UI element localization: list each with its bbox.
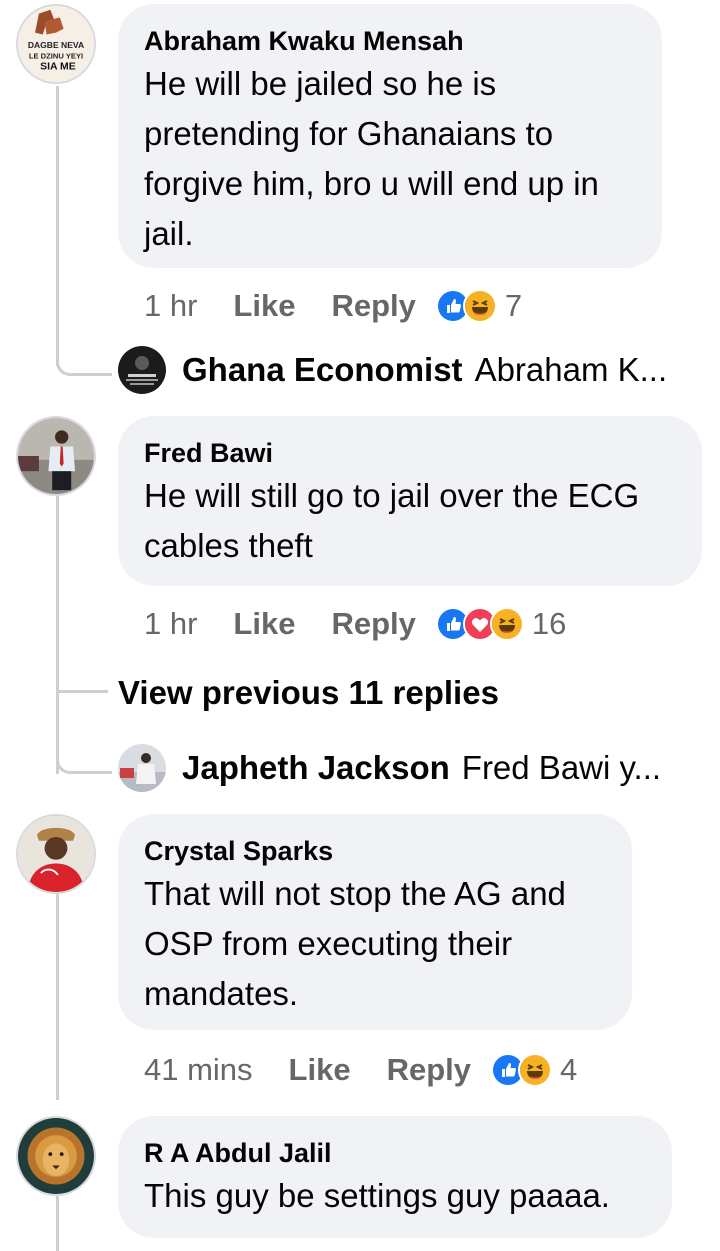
comment-actions: 1 hr Like Reply 7 [144, 286, 522, 326]
haha-reaction-icon [489, 607, 524, 641]
avatar [118, 744, 166, 792]
avatar[interactable]: DAGBE NEVA LE DZINU YEYI SIA ME [16, 4, 96, 84]
reply-snippet: Fred Bawi y... [461, 749, 662, 786]
haha-reaction-icon [518, 1053, 552, 1087]
avatar-image: DAGBE NEVA LE DZINU YEYI SIA ME [18, 6, 94, 82]
thread-line-branch [56, 340, 112, 376]
thread-line [56, 894, 59, 1100]
svg-text:SIA ME: SIA ME [40, 62, 76, 73]
comment-text-line: He will be jailed so he is [144, 65, 497, 102]
svg-text:LE DZINU YEYI: LE DZINU YEYI [29, 51, 83, 60]
avatar[interactable] [16, 1116, 96, 1196]
view-previous-replies-button[interactable]: View previous 11 replies [118, 674, 499, 712]
reaction-count[interactable]: 7 [505, 288, 522, 324]
comment-text-line: mandates. [144, 975, 299, 1012]
reaction-count[interactable]: 16 [532, 606, 566, 642]
reply-author[interactable]: Ghana Economist [182, 351, 463, 389]
lion-avatar-image [18, 1118, 94, 1194]
reaction-summary[interactable] [435, 289, 497, 323]
reply-preview[interactable]: Japheth Jackson Fred Bawi y... [118, 744, 661, 792]
avatar[interactable] [16, 416, 96, 496]
comment-bubble[interactable]: Fred Bawi He will still go to jail over … [118, 416, 702, 586]
comment-author[interactable]: R A Abdul Jalil [144, 1136, 646, 1170]
haha-reaction-icon [462, 289, 497, 323]
comment-text-line: forgive him, bro u will end up in [144, 165, 599, 202]
reply-preview[interactable]: Ghana Economist Abraham K... [118, 346, 667, 394]
comment-bubble[interactable]: Abraham Kwaku Mensah He will be jailed s… [118, 4, 662, 268]
comment-actions: 1 hr Like Reply 16 [144, 604, 566, 644]
comment-timestamp[interactable]: 1 hr [144, 288, 197, 324]
reply-button[interactable]: Reply [387, 1052, 471, 1088]
avatar-image [18, 816, 94, 892]
comment-author[interactable]: Abraham Kwaku Mensah [144, 24, 636, 58]
thread-line [56, 494, 59, 774]
reply-button[interactable]: Reply [331, 288, 415, 324]
svg-text:DAGBE NEVA: DAGBE NEVA [28, 40, 84, 50]
comment-timestamp[interactable]: 41 mins [144, 1052, 253, 1088]
reply-snippet: Abraham K... [474, 351, 668, 388]
comment-text-line: jail. [144, 215, 194, 252]
reaction-summary[interactable] [491, 1053, 552, 1087]
comment-text-line: He will still go to jail over the ECG [144, 477, 640, 514]
thread-line-branch [56, 742, 112, 774]
reaction-count[interactable]: 4 [560, 1052, 577, 1088]
comment-text-line: This guy be settings guy paaaa. [144, 1177, 610, 1214]
comment-bubble[interactable]: Crystal Sparks That will not stop the AG… [118, 814, 632, 1030]
like-button[interactable]: Like [233, 606, 295, 642]
comment-author[interactable]: Fred Bawi [144, 436, 676, 470]
reply-author[interactable]: Japheth Jackson [182, 749, 450, 787]
thread-line [56, 1196, 59, 1251]
comment-bubble[interactable]: R A Abdul Jalil This guy be settings guy… [118, 1116, 672, 1238]
comment-text-line: cables theft [144, 527, 313, 564]
reaction-summary[interactable] [435, 607, 524, 641]
comment-text-line: OSP from executing their [144, 925, 513, 962]
avatar-image [18, 418, 94, 494]
thread-line-branch [56, 690, 108, 693]
comment-timestamp[interactable]: 1 hr [144, 606, 197, 642]
avatar [118, 346, 166, 394]
comment-text-line: pretending for Ghanaians to [144, 115, 554, 152]
comment-text-line: That will not stop the AG and [144, 875, 566, 912]
reply-button[interactable]: Reply [331, 606, 415, 642]
comment-actions: 41 mins Like Reply 4 [144, 1050, 577, 1090]
like-button[interactable]: Like [233, 288, 295, 324]
comment-author[interactable]: Crystal Sparks [144, 834, 606, 868]
like-button[interactable]: Like [289, 1052, 351, 1088]
avatar[interactable] [16, 814, 96, 894]
thread-line [56, 86, 59, 366]
